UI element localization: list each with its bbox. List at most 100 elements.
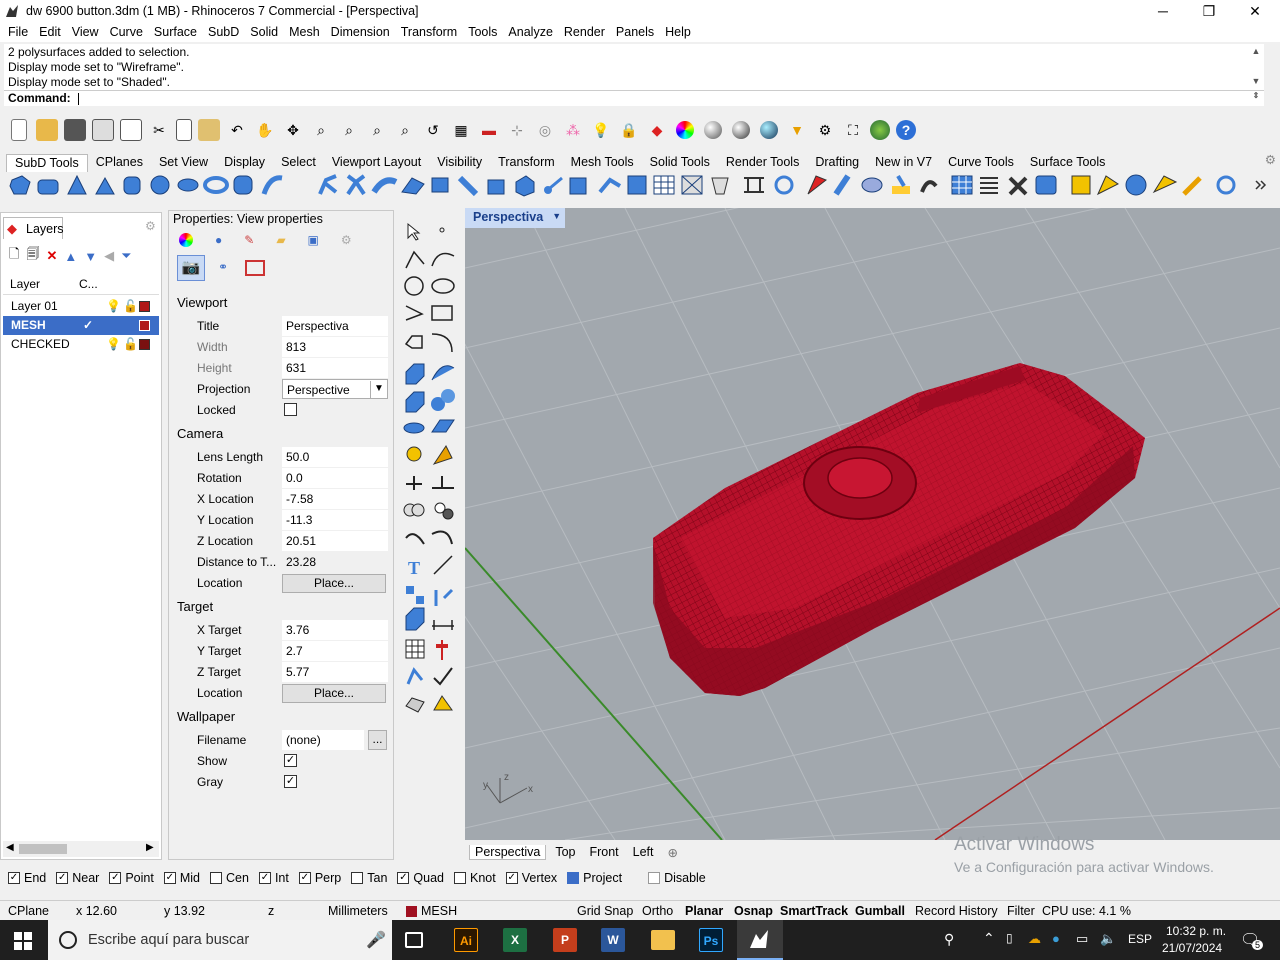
network-icon[interactable]: ▭ <box>1076 931 1088 947</box>
layers-panel-gear-icon[interactable]: ⚙ <box>145 219 156 233</box>
subd-crease-icon[interactable] <box>544 176 563 194</box>
osnap-tan[interactable]: Tan <box>351 871 387 885</box>
tab-mesh-tools[interactable]: Mesh Tools <box>563 154 642 172</box>
tab-perspectiva[interactable]: Perspectiva <box>469 844 547 860</box>
tab-transform[interactable]: Transform <box>490 154 563 172</box>
layer-filter-icon[interactable]: ⏷ <box>121 248 131 264</box>
array-icon[interactable] <box>406 586 424 604</box>
current-layer[interactable]: MESH <box>421 904 457 918</box>
osnap-toggle[interactable]: Osnap <box>734 904 773 918</box>
subd-grid-icon[interactable] <box>653 175 675 195</box>
units-indicator[interactable]: Millimeters <box>328 904 388 918</box>
x-target-input[interactable]: 3.76 <box>282 620 388 640</box>
subd-brush-icon[interactable] <box>1182 176 1202 196</box>
zoom-selected-icon[interactable]: ⌕ <box>394 119 416 141</box>
subd-box-icon[interactable] <box>9 175 31 195</box>
show-checkbox[interactable]: ✓ <box>284 754 297 767</box>
osnap-int[interactable]: ✓ Int <box>258 871 289 885</box>
layer-column-header[interactable]: Layer <box>10 277 40 291</box>
filename-value[interactable]: (none) <box>282 730 364 750</box>
checkbox-icon[interactable] <box>210 872 222 884</box>
new-file-icon[interactable] <box>11 119 27 141</box>
save-icon[interactable] <box>64 119 86 141</box>
osnap-mid[interactable]: ✓ Mid <box>163 871 200 885</box>
unlocked-icon[interactable]: 🔓 <box>123 335 138 354</box>
powerpoint-icon[interactable]: P <box>553 928 577 952</box>
surface-icon[interactable] <box>431 419 455 433</box>
subd-sweep-icon[interactable] <box>371 177 398 194</box>
menu-view[interactable]: View <box>68 25 106 39</box>
subd-cup-icon[interactable] <box>711 177 729 195</box>
subd-plane-icon[interactable] <box>37 179 59 195</box>
menu-render[interactable]: Render <box>560 25 612 39</box>
paste-icon[interactable] <box>198 119 220 141</box>
help-icon[interactable]: ? <box>896 120 916 140</box>
analyze-icon[interactable] <box>406 667 424 685</box>
locked-checkbox[interactable] <box>284 403 297 416</box>
text-icon[interactable]: T <box>408 558 420 578</box>
object-properties-icon[interactable]: ⛶ <box>842 119 864 141</box>
new-layer-icon[interactable]: 🗋 <box>9 245 19 267</box>
language-indicator[interactable]: ESP <box>1128 932 1152 946</box>
subd-settings-icon[interactable] <box>1216 175 1236 195</box>
extrude-icon[interactable] <box>431 365 455 381</box>
checkbox-icon[interactable] <box>567 872 580 884</box>
menu-file[interactable]: File <box>4 25 35 39</box>
battery-icon[interactable]: ▯ <box>1006 931 1013 945</box>
move-layer-down-icon[interactable]: ▼ <box>84 249 97 264</box>
explode-icon[interactable] <box>406 446 422 462</box>
tab-left[interactable]: Left <box>628 845 659 859</box>
move-icon[interactable] <box>434 588 454 606</box>
light-bulb-icon[interactable]: 💡 <box>590 119 612 141</box>
spheres-icon[interactable] <box>431 389 455 411</box>
osnap-cen[interactable]: Cen <box>210 871 249 885</box>
decal-tab-icon[interactable]: ▣ <box>308 233 319 247</box>
microphone-icon[interactable]: 🎤 <box>366 930 386 950</box>
split-icon[interactable] <box>432 445 453 465</box>
visible-bulb-icon[interactable]: 💡 <box>106 297 121 316</box>
arc-icon[interactable] <box>405 305 424 321</box>
subd-quadball-icon[interactable] <box>233 175 253 195</box>
tray-app-icon[interactable]: ● <box>1052 931 1060 946</box>
subd-append-icon[interactable] <box>487 179 505 195</box>
curve-icon[interactable] <box>431 252 455 267</box>
menu-panels[interactable]: Panels <box>612 25 661 39</box>
cube-icon[interactable] <box>405 607 425 631</box>
checkbox-icon[interactable]: ✓ <box>163 872 176 884</box>
tab-display[interactable]: Display <box>216 154 273 172</box>
volume-icon[interactable]: 🔈 <box>1100 931 1116 947</box>
planar-toggle[interactable]: Planar <box>685 904 723 918</box>
snap-icon[interactable]: ⊹ <box>506 119 528 141</box>
pan-hand-icon[interactable]: ✋ <box>254 119 276 141</box>
illustrator-icon[interactable]: Ai <box>454 928 478 952</box>
wallpaper-frame-icon[interactable] <box>241 255 269 281</box>
boolean-diff-icon[interactable] <box>434 502 454 520</box>
material-tab-icon[interactable]: ● <box>215 233 222 247</box>
subd-wrap-icon[interactable] <box>920 180 938 193</box>
camera-place-button[interactable]: Place... <box>282 574 386 593</box>
tab-select[interactable]: Select <box>273 154 324 172</box>
add-viewport-tab-icon[interactable]: ⊕ <box>663 845 683 860</box>
task-view-icon[interactable] <box>405 932 423 948</box>
osnap-point[interactable]: ✓ Point <box>109 871 154 885</box>
subd-ellipsoid-icon[interactable] <box>177 178 199 192</box>
y-location-input[interactable]: -11.3 <box>282 510 388 530</box>
layers-tab[interactable]: ◆ Layers <box>3 217 64 239</box>
checkbox-icon[interactable]: ✓ <box>8 872 20 884</box>
join-icon[interactable] <box>432 476 454 489</box>
dimension-line-icon[interactable] <box>432 620 454 630</box>
render-icon[interactable] <box>433 695 453 711</box>
named-views-icon[interactable]: ⚭ <box>209 255 237 281</box>
subd-extrude-icon[interactable] <box>431 177 449 193</box>
subd-weld-icon[interactable] <box>569 177 587 195</box>
folder-tab-icon[interactable]: ▰ <box>276 233 285 247</box>
trim-icon[interactable] <box>406 476 422 490</box>
tabs-settings-gear-icon[interactable]: ⚙ <box>1265 152 1276 170</box>
subd-cylinder-icon[interactable] <box>123 176 141 195</box>
select-points-icon[interactable]: ⁂ <box>562 119 584 141</box>
command-spinner-icon[interactable]: ⇕ <box>1250 91 1262 105</box>
lock-icon[interactable]: 🔒 <box>618 119 640 141</box>
cloud-icon[interactable]: ☁ <box>1028 931 1041 947</box>
import-icon[interactable] <box>120 119 142 141</box>
subd-fill-icon[interactable] <box>515 175 535 197</box>
